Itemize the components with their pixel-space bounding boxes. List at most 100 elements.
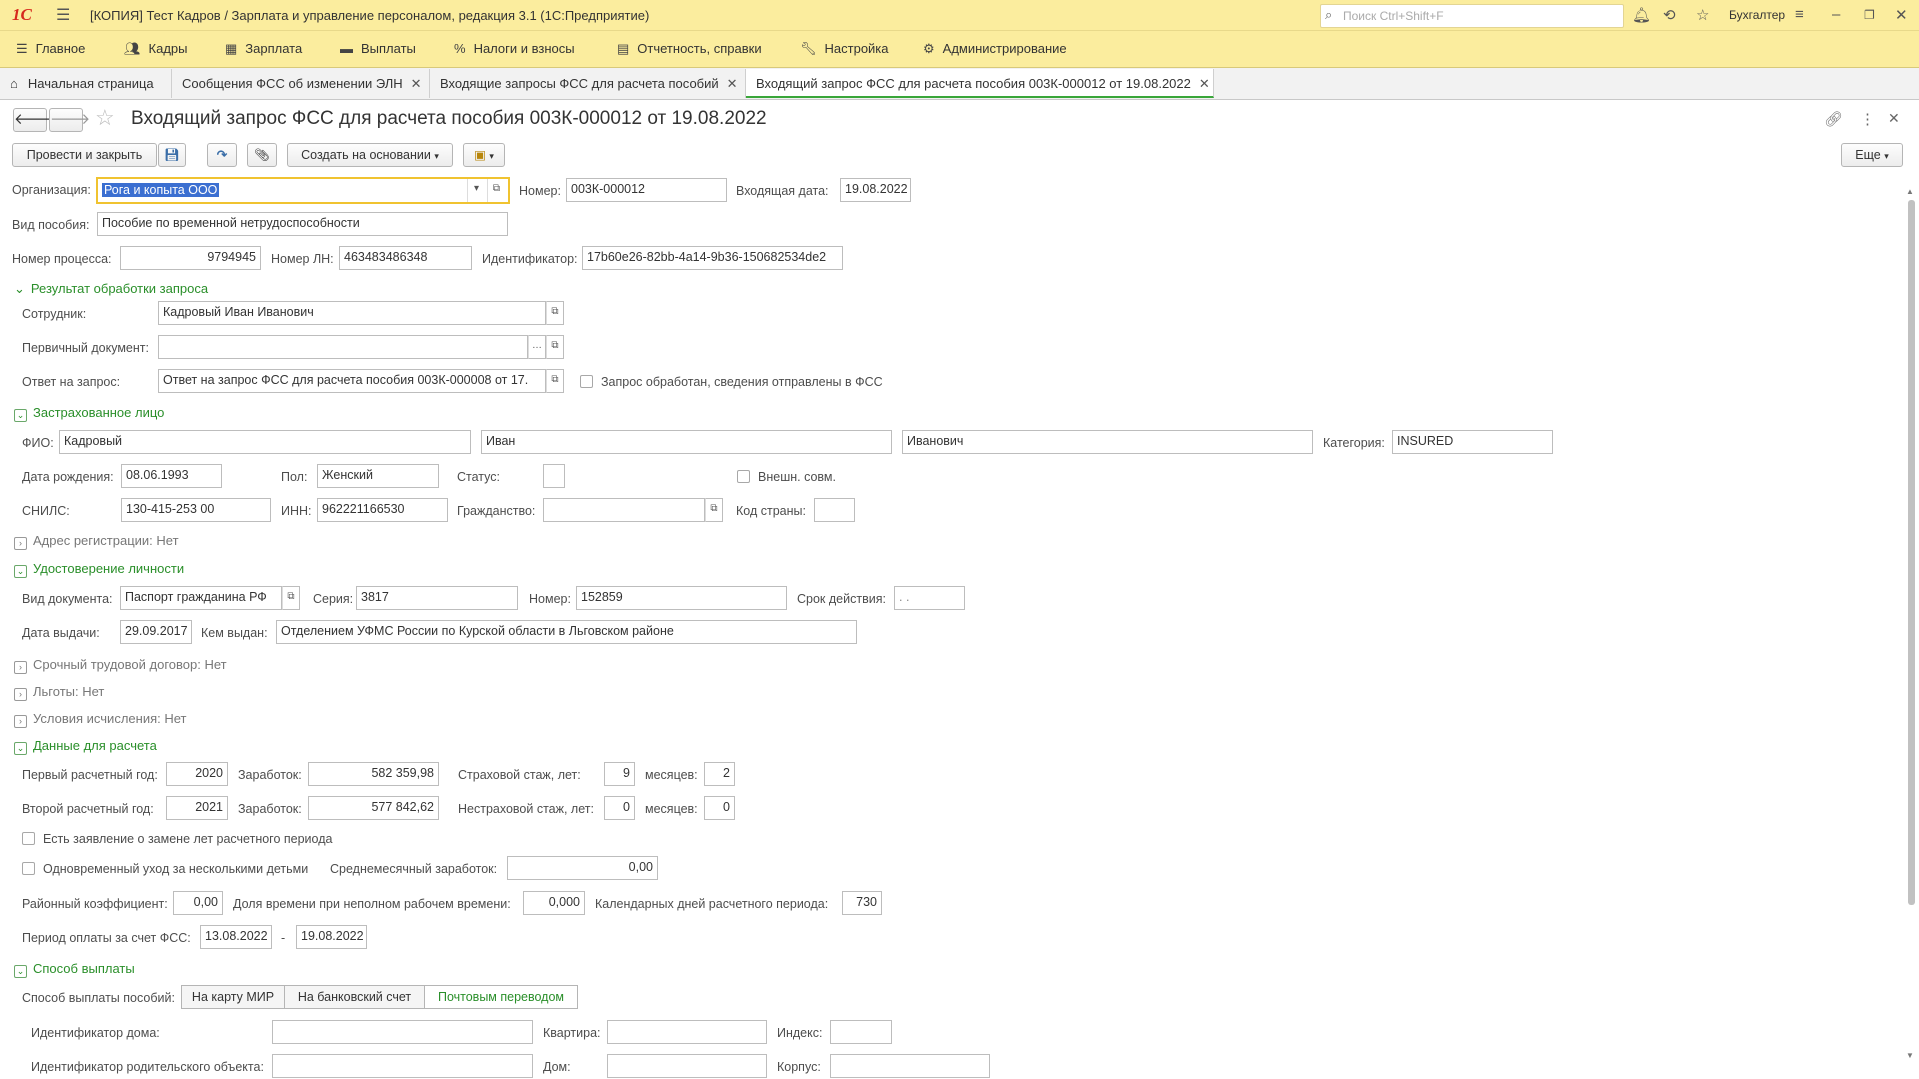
post-and-close-button[interactable]: Провести и закрыть (12, 143, 157, 167)
first-name-field[interactable]: Иван (481, 430, 892, 454)
group-identity-document[interactable]: ⌄ Удостоверение личности (14, 561, 184, 578)
issued-by-field[interactable]: Отделением УФМС России по Курской област… (276, 620, 857, 644)
employee-field[interactable]: Кадровый Иван Иванович (158, 301, 546, 325)
series-field[interactable]: 3817 (356, 586, 518, 610)
minimize-icon[interactable]: – (1832, 6, 1840, 23)
house-id-field[interactable] (272, 1020, 533, 1044)
user-name[interactable]: Бухгалтер (1729, 8, 1785, 22)
category-field[interactable]: INSURED (1392, 430, 1553, 454)
part-time-field[interactable]: 0,000 (523, 891, 585, 915)
ln-number-field[interactable]: 463483486348 (339, 246, 472, 270)
close-window-icon[interactable]: ✕ (1895, 6, 1908, 24)
back-button[interactable]: 🡐 (13, 108, 54, 132)
close-tab-icon[interactable]: ✕ (727, 76, 738, 91)
close-tab-icon[interactable]: ✕ (1199, 76, 1210, 91)
answer-field[interactable]: Ответ на запрос ФСС для расчета пособия … (158, 369, 546, 393)
tab-home[interactable]: ⌂ Начальная страница (0, 69, 172, 98)
flat-field[interactable] (607, 1020, 767, 1044)
fss-period-to-field[interactable]: 19.08.2022 (296, 925, 367, 949)
history-icon[interactable]: ⟲ (1663, 6, 1676, 24)
non-insurance-months-field[interactable]: 0 (704, 796, 735, 820)
employee-open-button[interactable]: ⧉ (546, 301, 564, 325)
star-icon[interactable]: ☆ (1696, 6, 1709, 24)
favorite-star-icon[interactable]: ☆ (95, 105, 115, 131)
middle-name-field[interactable]: Иванович (902, 430, 1313, 454)
parent-object-id-field[interactable] (272, 1054, 533, 1078)
number-field[interactable]: 003К-000012 (566, 178, 727, 202)
group-fixed-term-contract[interactable]: › Срочный трудовой договор: Нет (14, 657, 227, 674)
last-name-field[interactable]: Кадровый (59, 430, 471, 454)
inn-field[interactable]: 962221166530 (317, 498, 448, 522)
menu-admin[interactable]: ⚙ Администрирование (923, 41, 1067, 57)
payment-option-bank-account[interactable]: На банковский счет (284, 985, 425, 1009)
group-request-result[interactable]: ⌄ Результат обработки запроса (14, 281, 208, 297)
more-vert-icon[interactable]: ⋮ (1860, 110, 1875, 128)
avg-earnings-field[interactable]: 0,00 (507, 856, 658, 880)
menu-main[interactable]: ☰ Главное (16, 41, 85, 57)
dom-field[interactable] (607, 1054, 767, 1078)
country-code-field[interactable] (814, 498, 855, 522)
close-form-icon[interactable]: ✕ (1888, 110, 1900, 127)
identifier-field[interactable]: 17b60e26-82bb-4a14-9b36-150682534de2 (582, 246, 843, 270)
scroll-up-arrow-icon[interactable]: ▲ (1906, 187, 1914, 196)
earnings-1-field[interactable]: 582 359,98 (308, 762, 439, 786)
forward-button[interactable]: 🡒 (49, 108, 90, 132)
group-payment-method[interactable]: ⌄ Способ выплаты (14, 961, 135, 978)
benefit-type-field[interactable]: Пособие по временной нетрудоспособности (97, 212, 508, 236)
calendar-days-field[interactable]: 730 (842, 891, 882, 915)
district-coef-field[interactable]: 0,00 (173, 891, 223, 915)
more-button[interactable]: Еще ▾ (1841, 143, 1903, 167)
menu-settings[interactable]: 🔧︎ Настройка (800, 41, 889, 57)
index-field[interactable] (830, 1020, 892, 1044)
status-field[interactable] (543, 464, 565, 488)
citizenship-open-button[interactable]: ⧉ (705, 498, 723, 522)
group-insured-person[interactable]: ⌄ Застрахованное лицо (14, 405, 164, 422)
tab-current-request[interactable]: Входящий запрос ФСС для расчета пособия … (746, 69, 1214, 98)
primary-doc-open-button[interactable]: ⧉ (546, 335, 564, 359)
attach-button[interactable]: 📎︎ (247, 143, 277, 167)
replace-years-checkbox[interactable] (22, 832, 35, 845)
citizenship-field[interactable] (543, 498, 705, 522)
tab-incoming-requests[interactable]: Входящие запросы ФСС для расчета пособий… (430, 69, 746, 98)
dob-field[interactable]: 08.06.1993 (121, 464, 222, 488)
menu-taxes[interactable]: % Налоги и взносы (454, 41, 575, 56)
primary-doc-field[interactable] (158, 335, 528, 359)
doc-type-field[interactable]: Паспорт гражданина РФ (120, 586, 282, 610)
close-tab-icon[interactable]: ✕ (411, 76, 422, 91)
post-button[interactable]: ↷ (207, 143, 237, 167)
snils-field[interactable]: 130-415-253 00 (121, 498, 271, 522)
external-combo-checkbox[interactable] (737, 470, 750, 483)
second-year-field[interactable]: 2021 (166, 796, 228, 820)
primary-doc-select-button[interactable]: … (528, 335, 546, 359)
scroll-down-arrow-icon[interactable]: ▼ (1906, 1051, 1914, 1060)
non-insurance-years-field[interactable]: 0 (604, 796, 635, 820)
app-menu-icon[interactable]: ☰ (56, 5, 70, 25)
bell-icon[interactable]: 🔔︎ (1632, 6, 1651, 24)
payment-option-mir-card[interactable]: На карту МИР (181, 985, 285, 1009)
payment-option-postal-transfer[interactable]: Почтовым переводом (424, 985, 578, 1009)
settings-lines-icon[interactable]: ≡ (1795, 6, 1804, 23)
processed-checkbox[interactable] (580, 375, 593, 388)
doc-number-field[interactable]: 152859 (576, 586, 787, 610)
first-year-field[interactable]: 2020 (166, 762, 228, 786)
earnings-2-field[interactable]: 577 842,62 (308, 796, 439, 820)
korpus-field[interactable] (830, 1054, 990, 1078)
doc-type-open-button[interactable]: ⧉ (282, 586, 300, 610)
process-number-field[interactable]: 9794945 (120, 246, 261, 270)
print-button[interactable]: ▣ ▾ (463, 143, 505, 167)
org-dropdown-button[interactable]: ▾ (467, 179, 485, 202)
restore-icon[interactable]: ❐ (1864, 8, 1875, 22)
multi-children-checkbox[interactable] (22, 862, 35, 875)
menu-salary[interactable]: ▦ Зарплата (225, 41, 302, 57)
answer-open-button[interactable]: ⧉ (546, 369, 564, 393)
menu-reports[interactable]: ▤ Отчетность, справки (617, 41, 762, 57)
valid-until-field[interactable]: . . (894, 586, 965, 610)
group-registration-address[interactable]: › Адрес регистрации: Нет (14, 533, 179, 550)
insurance-months-field[interactable]: 2 (704, 762, 735, 786)
sex-field[interactable]: Женский (317, 464, 439, 488)
group-calc-conditions[interactable]: › Условия исчисления: Нет (14, 711, 186, 728)
insurance-years-field[interactable]: 9 (604, 762, 635, 786)
vertical-scrollbar[interactable] (1908, 200, 1915, 905)
create-based-on-button[interactable]: Создать на основании ▾ (287, 143, 453, 167)
group-benefits[interactable]: › Льготы: Нет (14, 684, 104, 701)
